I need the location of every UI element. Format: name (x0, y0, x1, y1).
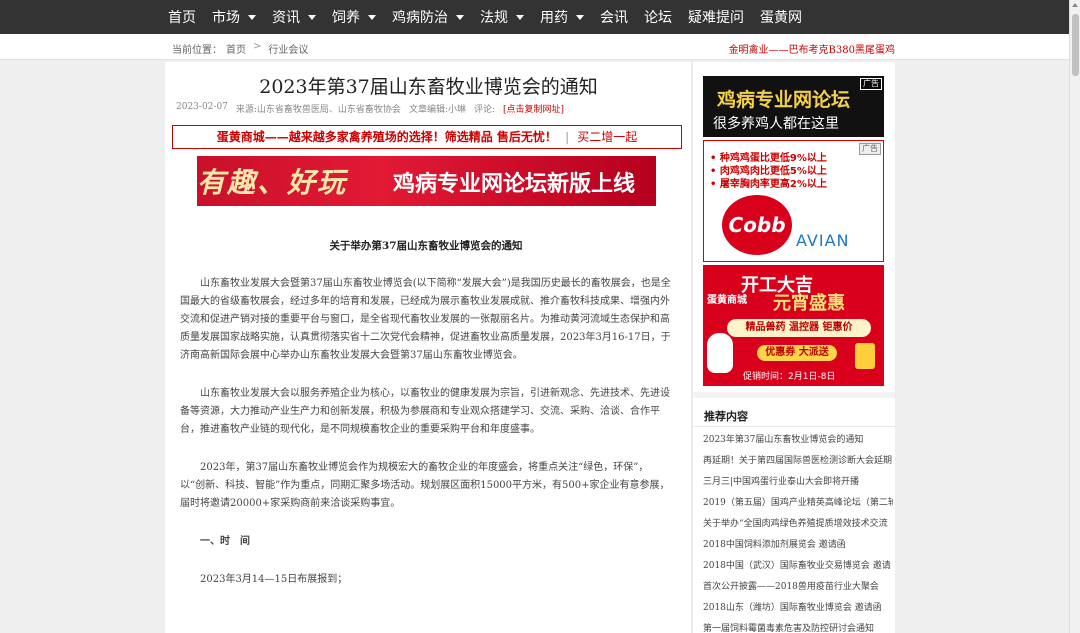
recommend-item[interactable]: 2018山东（潍坊）国际畜牧业博览会 邀请函 (703, 600, 893, 621)
cobb-logo: Cobb (722, 195, 792, 255)
ad3-tags: 精品兽药 温控器 钜惠价 (727, 319, 871, 337)
header-ad-link[interactable]: 金明禽业——巴布考克B380黑尾蛋鸡 (729, 41, 895, 56)
nav-item[interactable]: 资讯 (264, 0, 324, 34)
sidebar-ad-shop[interactable]: 开工大吉 蛋黄商城 元宵盛惠 精品兽药 温控器 钜惠价 优惠券 大派送 促销时间… (703, 265, 884, 386)
nav-item-label: 饲养 (332, 10, 360, 26)
nav-item-label: 鸡病防治 (392, 10, 448, 26)
banner-text: 鸡病专业网论坛新版上线 (393, 172, 636, 197)
section-heading: 一、时 间 (200, 536, 250, 547)
nav-item[interactable]: 论坛 (636, 0, 680, 34)
breadcrumb-bar: 当前位置： 首页 > 行业会议 金明禽业——巴布考克B380黑尾蛋鸡 (0, 34, 1069, 60)
nav-item-label: 市场 (212, 10, 240, 26)
recommend-list: 2023年第37届山东畜牧业博览会的通知 再延期！关于第四届国际兽医检测诊断大会延… (703, 432, 893, 633)
promo-extra-text[interactable]: 买二增一起 (577, 130, 637, 144)
breadcrumb-home[interactable]: 首页 (226, 41, 246, 56)
nav-item-label: 首页 (168, 10, 196, 26)
nav-item-label: 会讯 (600, 10, 628, 26)
chevron-down-icon (308, 14, 316, 20)
recommend-title: 推荐内容 (704, 410, 748, 423)
ad3-time: 促销时间：2月1日-8日 (743, 372, 836, 382)
banner-fun-text: 有趣、好玩 (197, 166, 348, 199)
nav-item-label: 蛋黄网 (760, 10, 802, 26)
recommend-item[interactable]: 2018中国饲料添加剂展览会 邀请函 (703, 537, 893, 558)
chevron-down-icon (516, 14, 524, 20)
page-scrollbar[interactable] (1069, 0, 1080, 633)
recommend-item[interactable]: 关于举办“全国肉鸡绿色养殖提质增效技术交流 (703, 516, 893, 537)
article-comment[interactable]: 评论: (474, 102, 495, 115)
breadcrumb: 当前位置： 首页 > 行业会议 (172, 41, 308, 56)
recommend-item[interactable]: 2018中国（武汉）国际畜牧业交易博览会 邀请 (703, 558, 893, 579)
article-main: 2023年第37届山东畜牧业博览会的通知 2023-02-07 来源:山东省畜牧… (165, 62, 692, 633)
recommend-item[interactable]: 首次公开披露——2018兽用疫苗行业大聚会 (703, 579, 893, 600)
chevron-down-icon (368, 14, 376, 20)
chevron-down-icon (576, 14, 584, 20)
nav-item[interactable]: 首页 (160, 0, 204, 34)
ad-tag: 广告 (859, 143, 881, 155)
recommend-item[interactable]: 2023年第37届山东畜牧业博览会的通知 (703, 432, 893, 453)
article-paragraph: 2023年，第37届山东畜牧业博览会作为规模宏大的畜牧企业的年度盛会，将重点关注… (180, 462, 670, 509)
section-text: 2023年3月14—15日布展报到； (200, 574, 348, 585)
promo-link-box[interactable]: 蛋黄商城——越来越多家禽养殖场的选择！筛选精品 售后无忧！ | 买二增一起 (172, 125, 682, 149)
article-meta: 2023-02-07 来源:山东省畜牧兽医局、山东省畜牧协会 文章编辑:小琳 评… (176, 102, 564, 115)
promo-main-text[interactable]: 蛋黄商城——越来越多家禽养殖场的选择！筛选精品 售后无忧！ (217, 130, 557, 144)
ad3-coupon: 优惠券 大派送 (757, 345, 837, 361)
scroll-up-icon[interactable] (1072, 3, 1078, 7)
breadcrumb-separator: > (253, 41, 262, 52)
nav-item[interactable]: 法规 (472, 0, 532, 34)
recommend-item[interactable]: 第一届饲料霉菌毒素危害及防控研讨会通知 (703, 621, 893, 633)
copy-url-link[interactable]: [点击复制网址] (503, 102, 564, 115)
article-body: 关于举办第37届山东畜牧业博览会的通知 山东畜牧业发展大会暨第37届山东畜牧业博… (180, 237, 672, 609)
nav-item[interactable]: 市场 (204, 0, 264, 34)
recommend-divider (693, 426, 895, 427)
nav-menu: 首页 市场 资讯 饲养 鸡病防治 法规 用药 会讯 论坛 疑难提问 蛋黄网 (160, 0, 810, 34)
nav-item[interactable]: 饲养 (324, 0, 384, 34)
nav-item-label: 法规 (480, 10, 508, 26)
nav-item[interactable]: 疑难提问 (680, 0, 752, 34)
recommend-item[interactable]: 再延期！关于第四届国际兽医检测诊断大会延期 (703, 453, 893, 474)
red-envelope-icon (855, 343, 875, 369)
nav-item[interactable]: 鸡病防治 (384, 0, 472, 34)
nav-item-label: 用药 (540, 10, 568, 26)
sidebar: 鸡病专业网论坛 很多养鸡人都在这里 广告 • 种鸡鸡蛋比更低9%以上 • 肉鸡鸡… (693, 62, 895, 633)
nav-item-label: 疑难提问 (688, 10, 744, 26)
recommend-item[interactable]: 三月三|中国鸡蛋行业泰山大会即将开播 (703, 474, 893, 495)
chevron-down-icon (456, 14, 464, 20)
ad1-line2: 很多养鸡人都在这里 (713, 116, 839, 132)
breadcrumb-prefix: 当前位置： (172, 45, 222, 56)
ad1-line1: 鸡病专业网论坛 (717, 89, 851, 111)
nav-item[interactable]: 用药 (532, 0, 592, 34)
nav-item-label: 论坛 (644, 10, 672, 26)
breadcrumb-current[interactable]: 行业会议 (268, 41, 308, 56)
sidebar-ad-forum[interactable]: 鸡病专业网论坛 很多养鸡人都在这里 广告 (703, 76, 884, 137)
article-editor: 文章编辑:小琳 (408, 105, 466, 115)
page-title: 2023年第37届山东畜牧业博览会的通知 (259, 76, 598, 98)
ad3-sale: 元宵盛惠 (773, 293, 845, 314)
article-heading: 关于举办第37届山东畜牧业博览会的通知 (329, 240, 523, 252)
ad3-shop: 蛋黄商城 (707, 295, 747, 306)
article-date: 2023-02-07 (176, 102, 228, 112)
article-paragraph: 山东畜牧业发展大会暨第37届山东畜牧业博览会(以下简称“发展大会”)是我国历史最… (180, 278, 671, 361)
recommend-item[interactable]: 2019（第五届）国鸡产业精英高峰论坛（第二轮 (703, 495, 893, 516)
promo-separator: | (565, 130, 570, 144)
ad-tag: 广告 (860, 78, 882, 90)
ad2-line: • 屠宰胸肉率更高2%以上 (710, 179, 827, 190)
rabbit-icon (707, 333, 733, 373)
nav-item-label: 资讯 (272, 10, 300, 26)
scrollbar-thumb[interactable] (1072, 14, 1079, 76)
article-paragraph: 山东畜牧业发展大会以服务养殖企业为核心，以畜牧业的健康发展为宗旨，引进新观念、先… (180, 388, 670, 435)
nav-item[interactable]: 会讯 (592, 0, 636, 34)
forum-banner-ad[interactable]: 有趣、好玩 鸡病专业网论坛新版上线 (197, 156, 656, 206)
top-nav: 首页 市场 资讯 饲养 鸡病防治 法规 用药 会讯 论坛 疑难提问 蛋黄网 (0, 0, 1069, 34)
sidebar-ad-cobb[interactable]: • 种鸡鸡蛋比更低9%以上 • 肉鸡鸡肉比更低5%以上 • 屠宰胸肉率更高2%以… (703, 140, 884, 262)
sidebar-divider (693, 392, 895, 398)
chevron-down-icon (248, 14, 256, 20)
article-source: 来源:山东省畜牧兽医局、山东省畜牧协会 (235, 105, 401, 115)
nav-item[interactable]: 蛋黄网 (752, 0, 810, 34)
avian-logo: AVIAN (796, 231, 850, 250)
